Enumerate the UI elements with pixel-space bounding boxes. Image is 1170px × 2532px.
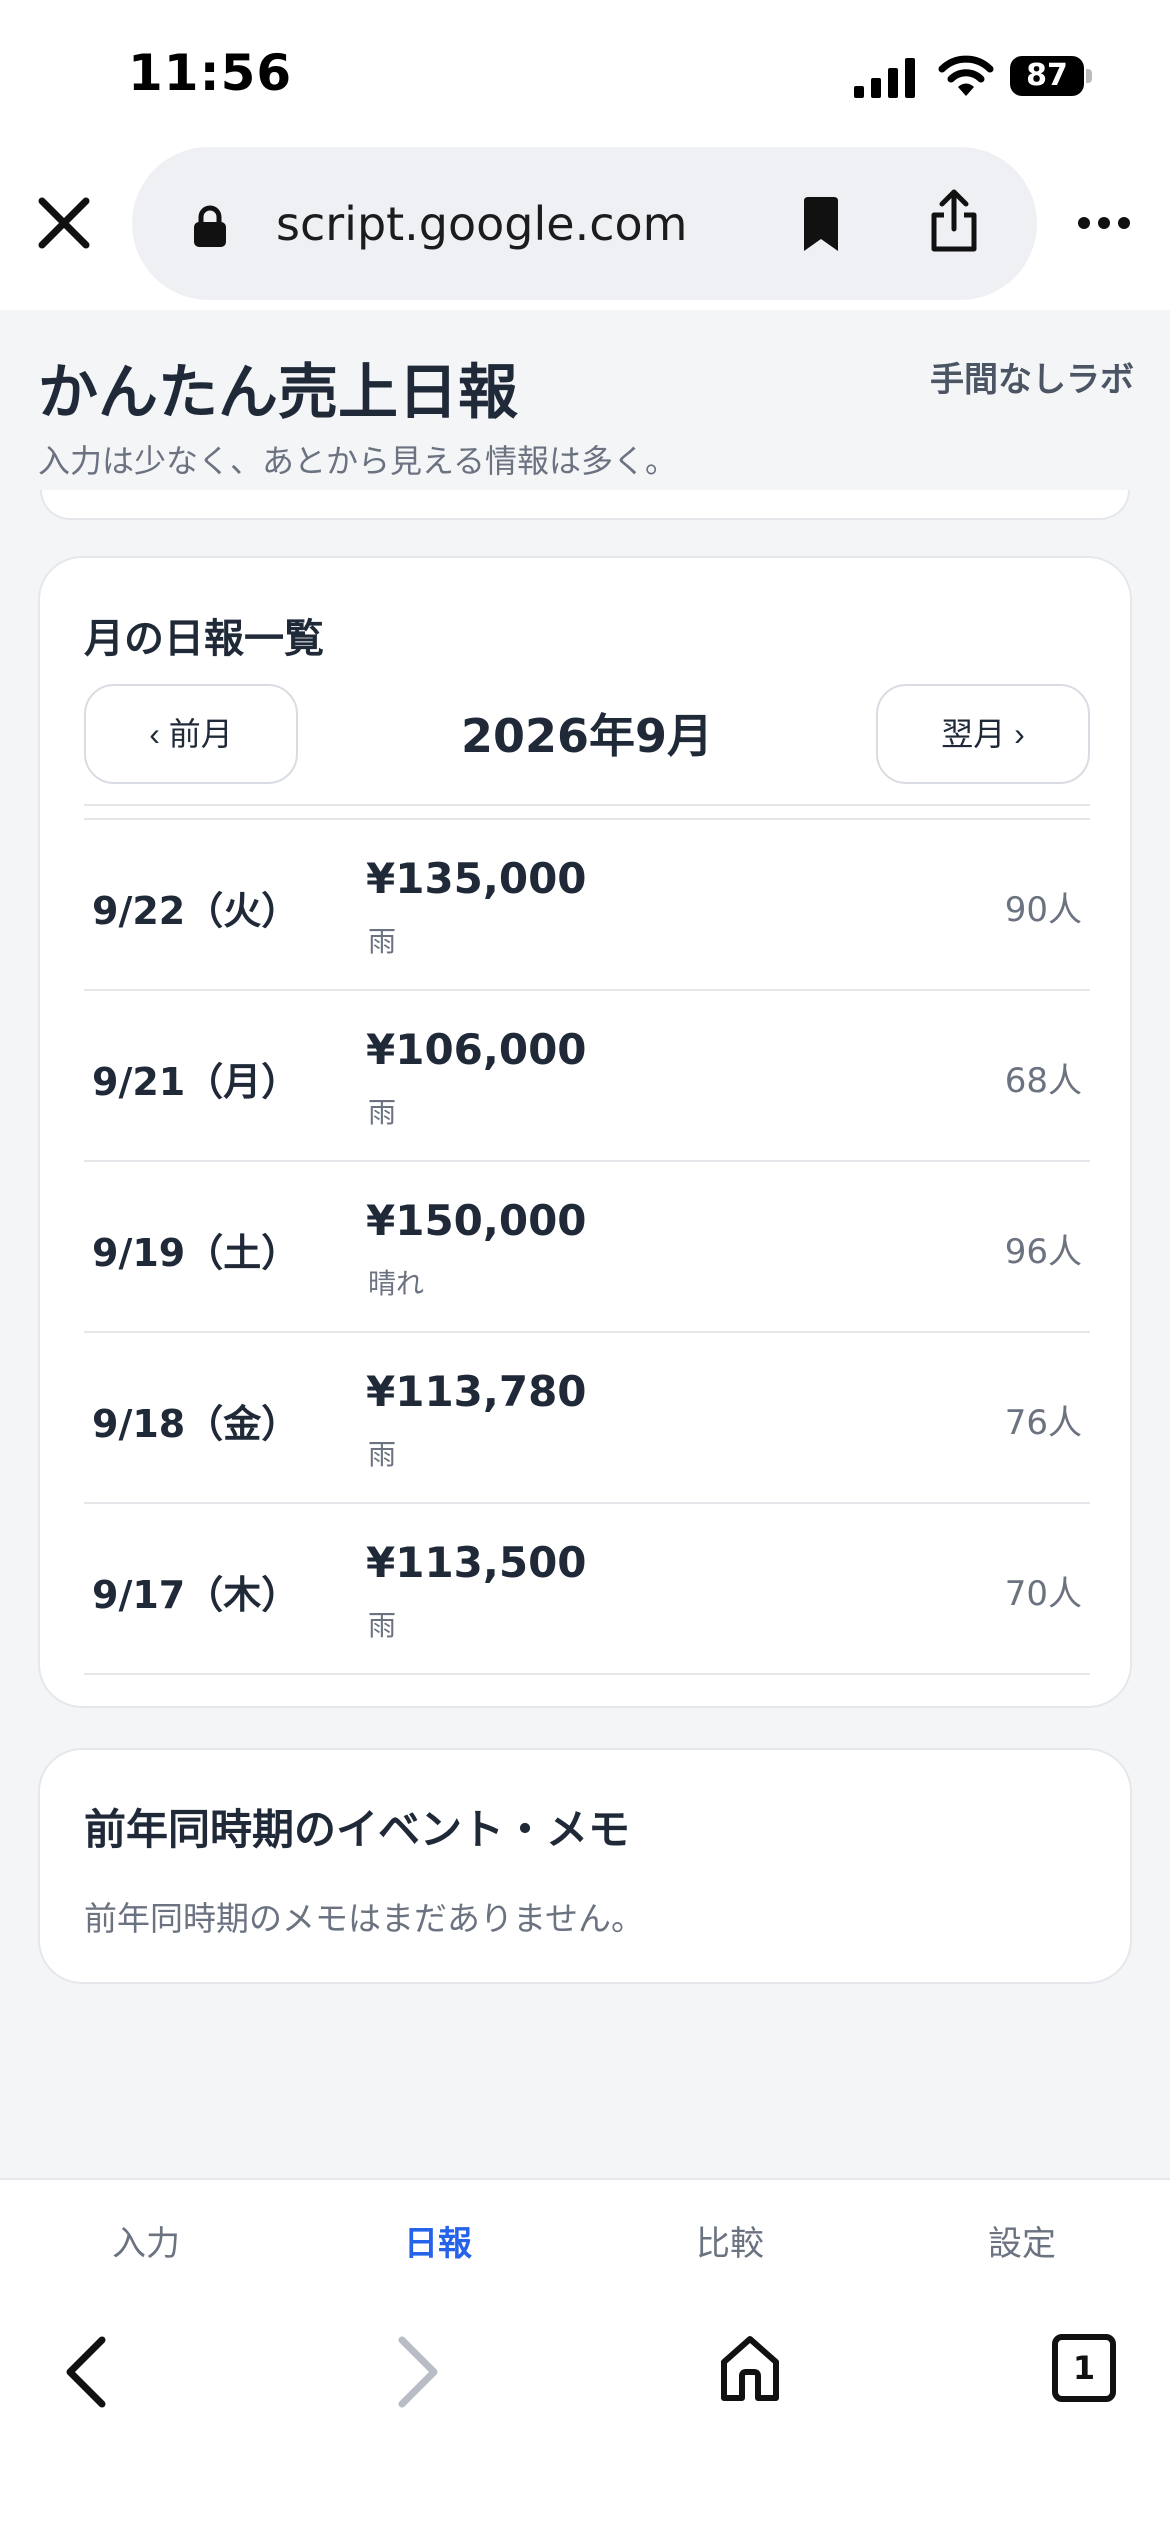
app-title: かんたん売上日報 [38,358,518,428]
row-date: 9/19（土） [92,1231,300,1275]
browser-address-bar: script.google.com [0,145,1170,310]
row-weather: 雨 [368,1438,397,1471]
row-date: 9/22（火） [92,889,300,933]
divider [84,804,1090,806]
battery-level: 87 [1010,56,1084,96]
wifi-icon [938,55,994,96]
page: 11:56 87 script.google.com かんたん売上日報 入力は少… [0,0,1170,2532]
home-icon[interactable] [718,2334,782,2404]
app-subtitle: 入力は少なく、あとから見える情報は多く。 [38,442,678,480]
tabs-icon[interactable]: 1 [1052,2334,1116,2402]
current-month-label: 2026年9月 [460,709,714,763]
row-amount: ¥150,000 [366,1196,587,1245]
brand-link[interactable]: 手間なしラボ [930,352,1134,401]
monthly-report-card: 月の日報一覧 ‹ 前月 2026年9月 翌月 › 9/22（火） ¥135,00… [38,556,1132,1708]
url-text: script.google.com [276,197,688,251]
app-bottom-nav: 入力 日報 比較 設定 [0,2178,1170,2290]
tab-settings[interactable]: 設定 [876,2216,1168,2265]
status-time: 11:56 [128,44,293,102]
signal-icon [854,58,915,98]
row-date: 9/17（木） [92,1573,300,1617]
row-customer-count: 68人 [1004,1061,1082,1101]
tab-daily-report[interactable]: 日報 [292,2216,584,2265]
prev-month-button[interactable]: ‹ 前月 [84,684,298,784]
row-amount: ¥113,500 [366,1538,587,1587]
previous-card-edge [40,490,1130,520]
row-date: 9/18（金） [92,1402,300,1446]
row-customer-count: 90人 [1004,890,1082,930]
row-weather: 雨 [368,1609,397,1642]
report-list: 9/22（火） ¥135,000 雨 90人 9/21（月） ¥106,000 … [84,820,1090,1675]
row-amount: ¥135,000 [366,854,587,903]
report-card-title: 月の日報一覧 [84,616,324,662]
report-row[interactable]: 9/19（土） ¥150,000 晴れ 96人 [84,1162,1090,1333]
battery-icon: 87 [1010,56,1092,96]
row-weather: 雨 [368,925,397,958]
report-row[interactable]: 9/21（月） ¥106,000 雨 68人 [84,991,1090,1162]
row-customer-count: 76人 [1004,1403,1082,1443]
status-bar: 11:56 87 [0,0,1170,145]
share-icon[interactable] [928,189,980,253]
app-header: かんたん売上日報 入力は少なく、あとから見える情報は多く。 手間なしラボ [0,310,1170,510]
forward-icon[interactable] [390,2332,446,2412]
tab-count: 1 [1052,2334,1116,2402]
row-customer-count: 96人 [1004,1232,1082,1272]
tab-input[interactable]: 入力 [0,2216,292,2265]
url-field[interactable]: script.google.com [132,147,1037,300]
lock-icon [194,205,226,247]
row-date: 9/21（月） [92,1060,300,1104]
row-weather: 雨 [368,1096,397,1129]
report-row[interactable]: 9/17（木） ¥113,500 雨 70人 [84,1504,1090,1675]
row-amount: ¥106,000 [366,1025,587,1074]
back-icon[interactable] [58,2332,114,2412]
row-weather: 晴れ [368,1267,425,1300]
row-customer-count: 70人 [1004,1574,1082,1614]
memo-card-title: 前年同時期のイベント・メモ [84,1805,631,1854]
browser-toolbar: 1 [0,2290,1170,2532]
report-row[interactable]: 9/18（金） ¥113,780 雨 76人 [84,1333,1090,1504]
last-year-memo-card: 前年同時期のイベント・メモ 前年同時期のメモはまだありません。 [38,1748,1132,1984]
tab-compare[interactable]: 比較 [584,2216,876,2265]
report-row[interactable]: 9/22（火） ¥135,000 雨 90人 [84,820,1090,991]
row-amount: ¥113,780 [366,1367,587,1416]
memo-empty-text: 前年同時期のメモはまだありません。 [84,1899,645,1938]
close-icon[interactable] [36,195,92,251]
next-month-button[interactable]: 翌月 › [876,684,1090,784]
more-icon[interactable] [1076,215,1132,231]
bookmark-icon[interactable] [800,197,842,251]
